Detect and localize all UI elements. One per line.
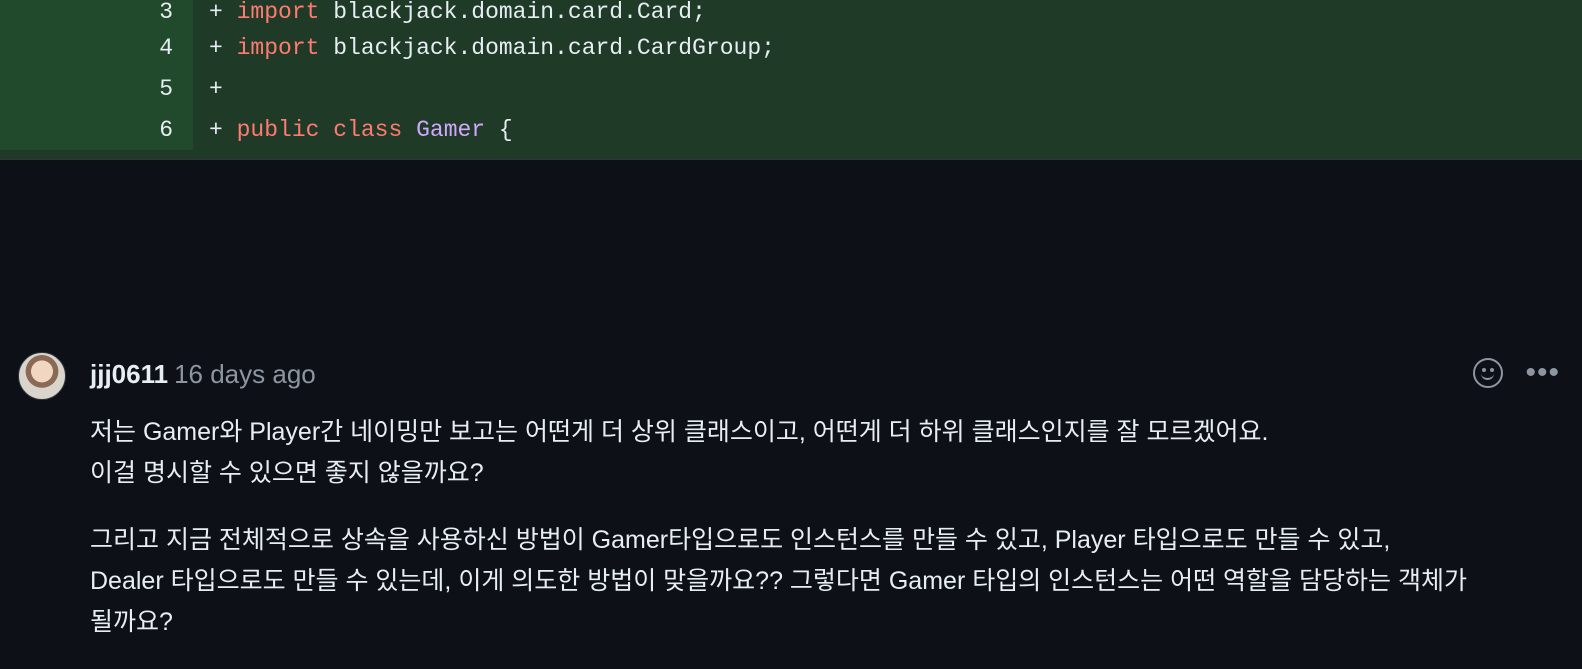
diff-line: 4 + import blackjack.domain.card.CardGro… xyxy=(0,27,1582,68)
code-diff: 3 + import blackjack.domain.card.Card; 4… xyxy=(0,0,1582,160)
comment-body: 저는 Gamer와 Player간 네이밍만 보고는 어떤게 더 상위 클래스이… xyxy=(90,412,1562,669)
comment-line: 저는 Gamer와 Player간 네이밍만 보고는 어떤게 더 상위 클래스이… xyxy=(90,418,1269,446)
line-number[interactable]: 3 xyxy=(0,0,193,27)
author-link[interactable]: jjj0611 xyxy=(90,359,168,389)
timestamp[interactable]: 16 days ago xyxy=(174,359,316,389)
line-number[interactable]: 4 xyxy=(0,27,193,68)
diff-line: 3 + import blackjack.domain.card.Card; xyxy=(0,0,1582,27)
line-number[interactable]: 6 xyxy=(0,109,193,150)
comment-header: jjj0611 16 days ago xyxy=(90,358,316,390)
comment-line: 그리고 지금 전체적으로 상속을 사용하신 방법이 Gamer타입으로도 인스턴… xyxy=(90,526,1391,554)
more-options-icon[interactable]: ••• xyxy=(1525,358,1560,388)
code-text: + import blackjack.domain.card.CardGroup… xyxy=(209,34,775,61)
add-reaction-icon[interactable] xyxy=(1473,358,1504,388)
comment-line: 이걸 명시할 수 있으면 좋지 않을까요? xyxy=(90,459,484,487)
comment-paragraph: 그리고 지금 전체적으로 상속을 사용하신 방법이 Gamer타입으로도 인스턴… xyxy=(90,520,1562,643)
comment-line: 될까요? xyxy=(90,608,173,636)
diff-line: 6 + public class Gamer { xyxy=(0,109,1582,150)
code-text: + import blackjack.domain.card.Card; xyxy=(209,0,706,25)
comment-line: Dealer 타입으로도 만들 수 있는데, 이게 의도한 방법이 맞을까요??… xyxy=(90,567,1467,595)
avatar[interactable] xyxy=(18,352,66,400)
comment-actions: ••• xyxy=(1473,358,1560,388)
code-text: + public class Gamer { xyxy=(209,116,513,143)
line-number[interactable]: 5 xyxy=(0,68,193,109)
code-text: + xyxy=(209,75,223,102)
comment-paragraph: 저는 Gamer와 Player간 네이밍만 보고는 어떤게 더 상위 클래스이… xyxy=(90,412,1562,494)
diff-line: 5 + xyxy=(0,68,1582,109)
